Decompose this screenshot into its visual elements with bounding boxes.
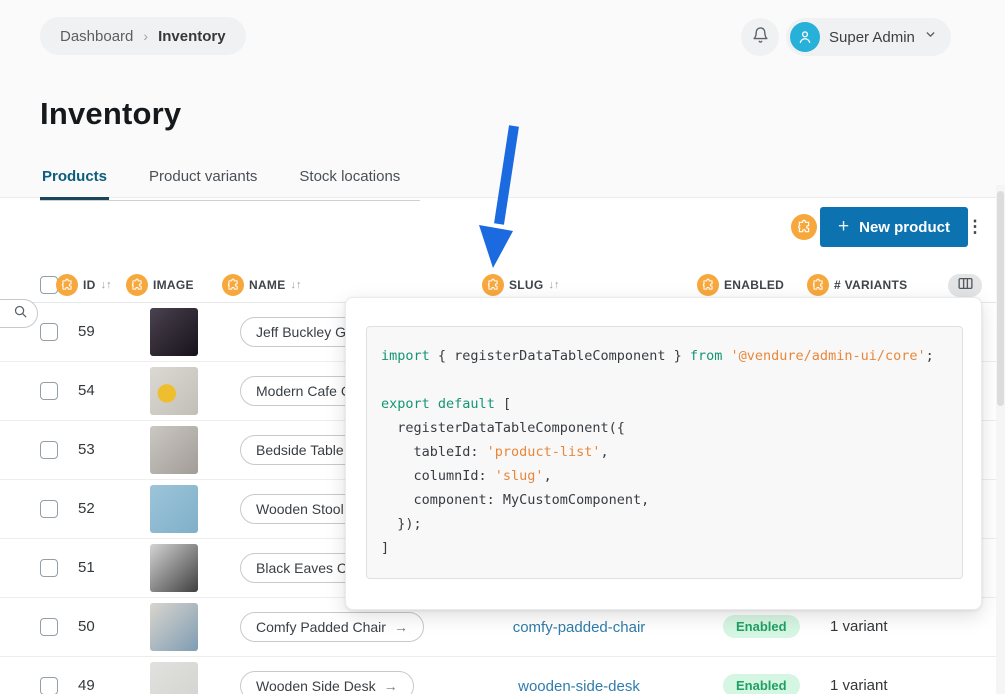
row-checkbox[interactable] (40, 677, 58, 694)
row-checkbox[interactable] (40, 323, 58, 341)
product-id: 51 (78, 559, 95, 576)
row-checkbox[interactable] (40, 441, 58, 459)
code-popup: import { registerDataTableComponent } fr… (345, 297, 982, 610)
breadcrumb-dashboard[interactable]: Dashboard (60, 28, 133, 45)
code-block: import { registerDataTableComponent } fr… (366, 326, 963, 579)
extension-point-icon (126, 274, 148, 296)
column-header-enabled: ENABLED (697, 274, 784, 296)
product-image (150, 308, 198, 356)
product-id: 53 (78, 441, 95, 458)
product-name-link[interactable]: Jeff Buckley G (240, 317, 362, 347)
notifications-button[interactable] (741, 18, 779, 56)
product-id: 59 (78, 323, 95, 340)
product-name: Black Eaves C (256, 560, 347, 576)
column-header-variants: # VARIANTS (807, 274, 907, 296)
code-line: tableId: 'product-list', (381, 440, 948, 464)
variant-count: 1 variant (830, 677, 888, 694)
new-product-button[interactable]: + New product (820, 207, 968, 247)
product-image (150, 367, 198, 415)
tab-stock-locations[interactable]: Stock locations (297, 162, 402, 200)
product-name-link[interactable]: Bedside Table (240, 435, 360, 465)
product-image (150, 426, 198, 474)
table-row: 49 Wooden Side Desk → wooden-side-desk Enabl… (0, 657, 1005, 694)
column-header-slug[interactable]: SLUG ↓↑ (482, 274, 560, 296)
column-label: ID (83, 278, 96, 292)
sort-icon[interactable]: ↓↑ (549, 279, 560, 291)
product-name: Wooden Side Desk (256, 678, 376, 694)
product-id: 52 (78, 500, 95, 517)
chevron-down-icon (924, 28, 937, 46)
product-name: Wooden Stool (256, 501, 344, 517)
code-line: }); (381, 512, 948, 536)
vertical-scrollbar[interactable] (996, 185, 1005, 694)
code-line: columnId: 'slug', (381, 464, 948, 488)
code-line: component: MyCustomComponent, (381, 488, 948, 512)
row-checkbox[interactable] (40, 500, 58, 518)
code-line: export default [ (381, 392, 948, 416)
extension-point-icon (697, 274, 719, 296)
product-image (150, 603, 198, 651)
column-label: IMAGE (153, 278, 194, 292)
breadcrumb-inventory[interactable]: Inventory (158, 28, 226, 45)
variant-count: 1 variant (830, 618, 888, 635)
product-name-link[interactable]: Wooden Stool (240, 494, 360, 524)
column-header-image: IMAGE (126, 274, 194, 296)
row-checkbox[interactable] (40, 382, 58, 400)
extension-point-icon (791, 214, 817, 240)
code-line: import { registerDataTableComponent } fr… (381, 344, 948, 368)
product-image (150, 662, 198, 694)
tab-product-variants[interactable]: Product variants (147, 162, 259, 200)
product-slug-link[interactable]: wooden-side-desk (498, 678, 660, 694)
code-line (381, 368, 948, 392)
breadcrumb: Dashboard › Inventory (40, 17, 246, 55)
product-id: 50 (78, 618, 95, 635)
tab-products[interactable]: Products (40, 162, 109, 200)
plus-icon: + (838, 216, 849, 238)
column-label: ENABLED (724, 278, 784, 292)
extension-point-icon (482, 274, 504, 296)
product-image (150, 544, 198, 592)
arrow-right-icon: → (394, 619, 408, 635)
product-name-link[interactable]: Wooden Side Desk → (240, 671, 414, 694)
column-label: NAME (249, 278, 286, 292)
product-name-link[interactable]: Comfy Padded Chair → (240, 612, 424, 642)
product-image (150, 485, 198, 533)
arrow-right-icon: → (384, 678, 398, 694)
bell-icon (752, 26, 769, 49)
sort-icon[interactable]: ↓↑ (101, 279, 112, 291)
column-settings-button[interactable] (948, 274, 982, 297)
page-header-section: Dashboard › Inventory Super Admin Invent… (0, 0, 1005, 198)
breadcrumb-separator: › (143, 28, 148, 44)
sort-icon[interactable]: ↓↑ (291, 279, 302, 291)
column-header-name[interactable]: NAME ↓↑ (222, 274, 302, 296)
product-id: 54 (78, 382, 95, 399)
page-title: Inventory (40, 96, 181, 132)
column-label: # VARIANTS (834, 278, 907, 292)
user-name: Super Admin (829, 29, 915, 46)
product-id: 49 (78, 677, 95, 694)
product-name: Comfy Padded Chair (256, 619, 386, 635)
extension-point-icon (807, 274, 829, 296)
user-menu-button[interactable]: Super Admin (786, 18, 951, 56)
row-checkbox[interactable] (40, 618, 58, 636)
user-avatar-icon (790, 22, 820, 52)
extension-point-icon (56, 274, 78, 296)
code-line: registerDataTableComponent({ (381, 416, 948, 440)
more-options-button[interactable]: ⋮ (965, 213, 985, 241)
tab-bar: Products Product variants Stock locations (40, 162, 420, 201)
code-line: ] (381, 536, 948, 560)
scrollbar-thumb[interactable] (997, 191, 1004, 406)
product-name: Jeff Buckley G (256, 324, 346, 340)
enabled-status-badge: Enabled (723, 615, 800, 638)
extension-point-icon (222, 274, 244, 296)
product-name: Bedside Table (256, 442, 344, 458)
vendure-admin-window: Dashboard › Inventory Super Admin Invent… (0, 0, 1005, 694)
columns-icon (958, 277, 973, 295)
column-header-id[interactable]: ID ↓↑ (56, 274, 112, 296)
enabled-status-badge: Enabled (723, 674, 800, 694)
row-checkbox[interactable] (40, 559, 58, 577)
product-slug-link[interactable]: comfy-padded-chair (498, 619, 660, 636)
product-name: Modern Cafe C (256, 383, 351, 399)
column-label: SLUG (509, 278, 544, 292)
